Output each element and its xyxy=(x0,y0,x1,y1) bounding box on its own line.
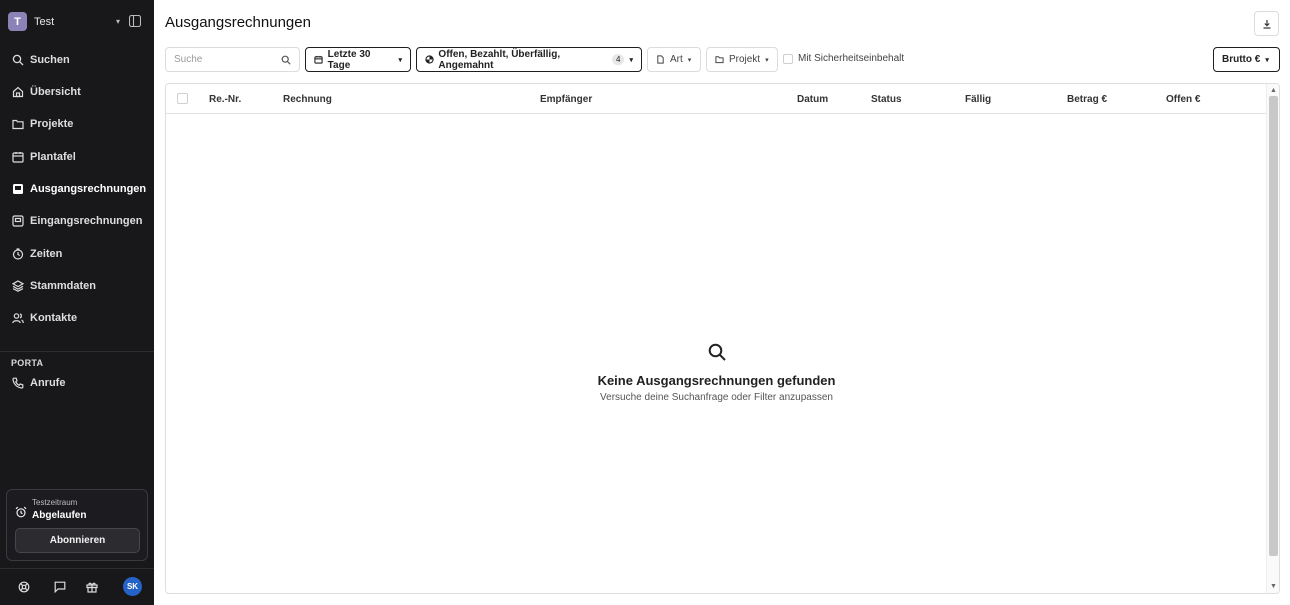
search-icon xyxy=(11,54,24,67)
search-icon xyxy=(707,342,727,362)
trial-status: Abgelaufen xyxy=(32,510,87,521)
column-header-number[interactable]: Re.-Nr. xyxy=(209,94,241,105)
document-icon xyxy=(656,54,666,65)
column-header-status[interactable]: Status xyxy=(871,94,902,105)
column-header-recipient[interactable]: Empfänger xyxy=(540,94,592,105)
search-input[interactable] xyxy=(174,54,281,65)
download-icon xyxy=(1263,19,1270,29)
search-field[interactable] xyxy=(165,47,300,72)
sidebar-item-projekte[interactable]: Projekte xyxy=(6,111,148,137)
section-label-porta: PORTA xyxy=(11,358,44,368)
calendar-icon xyxy=(314,55,324,65)
sidebar-item-label: Kontakte xyxy=(30,312,78,324)
invoice-out-icon xyxy=(11,183,24,196)
column-header-date[interactable]: Datum xyxy=(797,94,828,105)
chevron-down-icon: ▾ xyxy=(398,56,402,64)
trial-card: Testzeitraum Abgelaufen Abonnieren xyxy=(6,489,148,561)
sidebar-item-label: Projekte xyxy=(30,118,74,130)
empty-state-title: Keine Ausgangsrechnungen gefunden xyxy=(597,373,836,388)
home-icon xyxy=(11,86,24,99)
sidebar-item-uebersicht[interactable]: Übersicht xyxy=(6,79,148,105)
sidebar-item-label: Ausgangsrechnungen xyxy=(30,183,147,195)
type-filter-label: Art xyxy=(670,54,683,65)
column-header-open[interactable]: Offen € xyxy=(1166,94,1200,105)
column-header-amount[interactable]: Betrag € xyxy=(1067,94,1107,105)
security-retention-toggle[interactable]: Mit Sicherheitseinbehalt xyxy=(783,53,904,64)
sidebar-item-suchen[interactable]: Suchen xyxy=(6,47,148,73)
chevron-down-icon: ▾ xyxy=(629,56,633,64)
gross-net-label: Brutto € xyxy=(1222,54,1261,65)
sidebar-item-label: Anrufe xyxy=(30,377,66,389)
sidebar-item-label: Suchen xyxy=(30,54,70,66)
help-icon[interactable] xyxy=(18,580,30,593)
select-all-checkbox[interactable] xyxy=(177,93,188,104)
project-filter[interactable]: Projekt ▾ xyxy=(706,47,778,72)
trial-label: Testzeitraum xyxy=(32,498,78,507)
sidebar-item-kontakte[interactable]: Kontakte xyxy=(6,305,148,331)
sidebar-item-ausgangsrechnungen[interactable]: Ausgangsrechnungen xyxy=(6,176,148,202)
column-header-invoice[interactable]: Rechnung xyxy=(283,94,332,105)
invoice-table: Re.-Nr. Rechnung Empfänger Datum Status … xyxy=(165,83,1280,594)
status-filter-label: Offen, Bezahlt, Überfällig, Angemahnt xyxy=(438,48,561,71)
empty-state-subtitle: Versuche deine Suchanfrage oder Filter a… xyxy=(600,392,833,403)
scroll-up-arrow-icon[interactable]: ▲ xyxy=(1269,86,1278,95)
type-filter[interactable]: Art ▾ xyxy=(647,47,701,72)
scroll-down-arrow-icon[interactable]: ▼ xyxy=(1269,582,1278,591)
chevron-down-icon: ▾ xyxy=(765,56,769,64)
sidebar-item-plantafel[interactable]: Plantafel xyxy=(6,144,148,170)
status-count-badge: 4 xyxy=(612,54,625,65)
sidebar-item-zeiten[interactable]: Zeiten xyxy=(6,241,148,267)
sidebar-item-label: Stammdaten xyxy=(30,280,97,292)
download-button[interactable] xyxy=(1254,11,1279,36)
chevron-down-icon: ▾ xyxy=(115,17,120,26)
workspace-avatar: T xyxy=(8,12,27,31)
security-retention-label: Mit Sicherheitseinbehalt xyxy=(798,53,905,64)
page-title: Ausgangsrechnungen xyxy=(165,14,311,31)
table-header: Re.-Nr. Rechnung Empfänger Datum Status … xyxy=(166,84,1267,114)
sidebar-item-label: Übersicht xyxy=(30,86,81,98)
date-range-label: Letzte 30 Tage xyxy=(327,48,371,71)
sidebar-item-eingangsrechnungen[interactable]: Eingangsrechnungen xyxy=(6,208,148,234)
chevron-down-icon: ▾ xyxy=(687,56,692,64)
sidebar-item-label: Plantafel xyxy=(30,151,76,163)
sidebar-divider xyxy=(0,351,154,352)
contacts-icon xyxy=(11,312,24,325)
folder-icon xyxy=(715,55,725,65)
workspace-name: Test xyxy=(34,15,55,28)
chevron-down-icon: ▾ xyxy=(1265,56,1269,64)
sidebar-item-label: Zeiten xyxy=(30,248,63,260)
layers-icon xyxy=(11,280,24,293)
empty-state: Keine Ausgangsrechnungen gefunden Versuc… xyxy=(166,342,1267,403)
invoice-in-icon xyxy=(11,215,24,228)
gross-net-select[interactable]: Brutto € ▾ xyxy=(1213,47,1280,72)
status-filter[interactable]: Offen, Bezahlt, Überfällig, Angemahnt 4 … xyxy=(416,47,642,72)
vertical-scrollbar[interactable]: ▲ ▼ xyxy=(1266,84,1279,593)
sidebar-bottom-divider xyxy=(0,568,154,569)
phone-icon xyxy=(11,377,24,390)
gift-icon[interactable] xyxy=(86,580,98,593)
sidebar: T Test ▾ Suchen Übersicht Projekte Plant… xyxy=(0,0,154,605)
sidebar-item-stammdaten[interactable]: Stammdaten xyxy=(6,273,148,299)
subscribe-button[interactable]: Abonnieren xyxy=(15,528,140,553)
folder-icon xyxy=(11,118,24,131)
column-header-due[interactable]: Fällig xyxy=(965,94,991,105)
clock-icon xyxy=(11,248,24,261)
sidebar-collapse-icon[interactable] xyxy=(128,14,143,28)
sidebar-item-label: Eingangsrechnungen xyxy=(30,215,143,227)
workspace-switcher[interactable]: T Test ▾ xyxy=(8,12,120,31)
chat-icon[interactable] xyxy=(54,580,66,594)
alarm-clock-icon xyxy=(15,505,27,518)
search-icon xyxy=(281,55,291,65)
project-filter-label: Projekt xyxy=(729,54,761,65)
status-pie-icon xyxy=(425,54,434,65)
scroll-thumb[interactable] xyxy=(1269,96,1278,556)
date-range-filter[interactable]: Letzte 30 Tage ▾ xyxy=(305,47,411,72)
user-avatar[interactable]: SK xyxy=(123,577,142,596)
calendar-icon xyxy=(11,151,24,164)
sidebar-item-anrufe[interactable]: Anrufe xyxy=(6,370,148,396)
security-retention-checkbox[interactable] xyxy=(783,53,793,64)
